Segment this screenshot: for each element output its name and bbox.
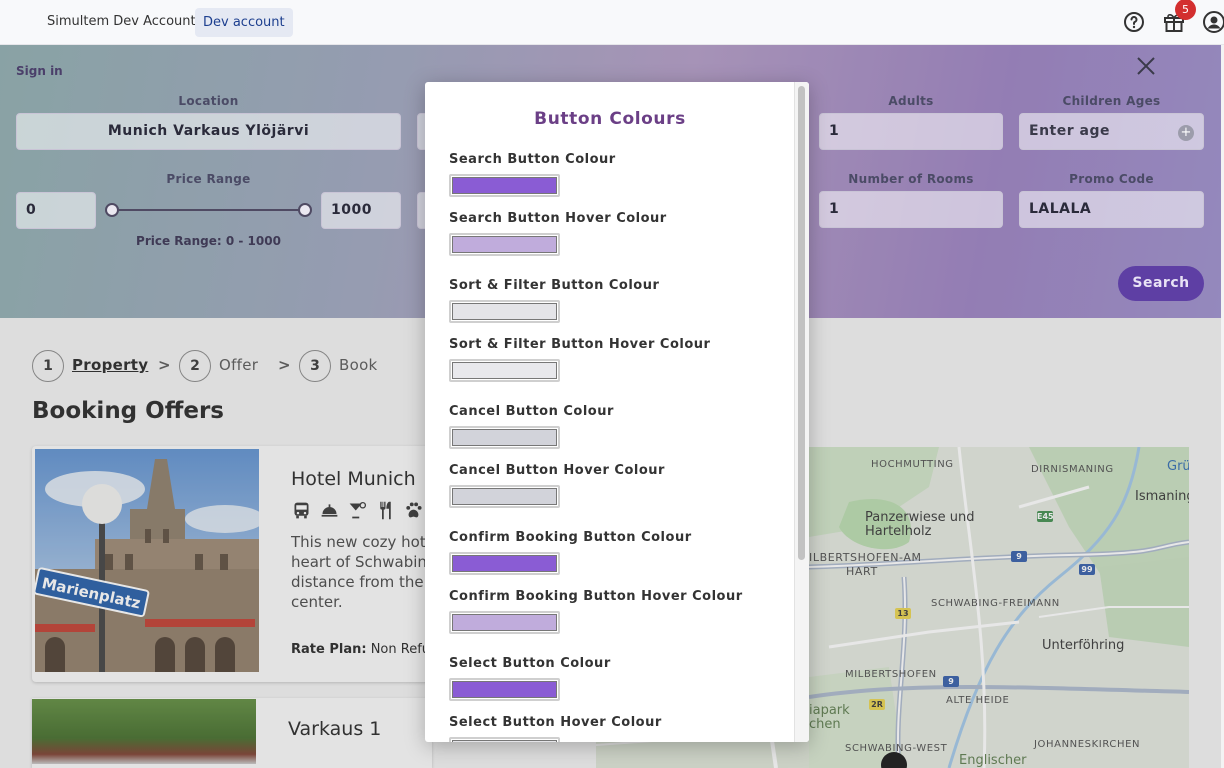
user-account-icon[interactable] [1202,10,1224,34]
color-swatch-fill [452,236,557,253]
color-swatch-fill [452,555,557,572]
promo-code-label: Promo Code [1069,172,1154,186]
color-picker-input[interactable] [449,174,560,197]
adults-input[interactable]: 1 [819,113,1003,150]
price-range-caption: Price Range: 0 - 1000 [136,234,281,248]
color-picker-input[interactable] [449,359,560,382]
color-setting-label: Sort & Filter Button Hover Colour [449,337,711,352]
color-setting-label: Search Button Colour [449,152,616,167]
scrollbar-thumb[interactable] [798,86,805,560]
top-bar: Simultem Dev Account Dev account 5 [0,0,1224,45]
color-swatch-fill [452,177,557,194]
price-slider-min-handle[interactable] [105,203,119,217]
adults-label: Adults [888,94,934,108]
color-picker-input[interactable] [449,611,560,634]
account-name: Simultem Dev Account [47,14,196,29]
plus-circle-icon[interactable]: + [1178,125,1194,141]
color-setting-label: Select Button Colour [449,656,611,671]
search-button[interactable]: Search [1118,266,1204,301]
color-swatch-fill [452,614,557,631]
close-icon[interactable] [1134,54,1158,78]
help-circle-icon[interactable] [1122,10,1146,34]
color-setting-label: Confirm Booking Button Hover Colour [449,589,743,604]
price-slider-max-handle[interactable] [298,203,312,217]
color-picker-input[interactable] [449,737,560,742]
color-setting-label: Cancel Button Colour [449,404,614,419]
color-swatch-fill [452,488,557,505]
location-input[interactable]: Munich Varkaus Ylöjärvi [16,113,401,150]
color-swatch-fill [452,429,557,446]
color-picker-input[interactable] [449,485,560,508]
price-min-input[interactable]: 0 [16,192,96,229]
color-setting-label: Confirm Booking Button Colour [449,530,692,545]
promo-code-input[interactable]: LALALA [1019,191,1204,228]
price-slider-track[interactable] [112,209,305,211]
color-picker-input[interactable] [449,300,560,323]
rooms-label: Number of Rooms [848,172,974,186]
sign-in-link[interactable]: Sign in [16,64,63,78]
rooms-input[interactable]: 1 [819,191,1003,228]
color-picker-input[interactable] [449,233,560,256]
color-picker-input[interactable] [449,552,560,575]
color-setting-label: Cancel Button Hover Colour [449,463,665,478]
children-ages-input[interactable]: Enter age [1019,113,1204,150]
color-picker-input[interactable] [449,678,560,701]
color-setting-label: Select Button Hover Colour [449,715,662,730]
location-label: Location [178,94,239,108]
color-setting-label: Search Button Hover Colour [449,211,667,226]
color-swatch-fill [452,303,557,320]
price-max-input[interactable]: 1000 [321,192,401,229]
account-badge[interactable]: Dev account [195,8,293,37]
children-ages-label: Children Ages [1062,94,1161,108]
color-setting-label: Sort & Filter Button Colour [449,278,660,293]
color-picker-input[interactable] [449,426,560,449]
color-swatch-fill [452,681,557,698]
color-swatch-fill [452,362,557,379]
modal-title: Button Colours [534,109,686,129]
notification-badge[interactable]: 5 [1175,0,1196,20]
price-range-label: Price Range [166,172,251,186]
color-swatch-fill [452,740,557,742]
button-colours-modal: Button Colours Search Button Colour Searc… [425,82,809,742]
